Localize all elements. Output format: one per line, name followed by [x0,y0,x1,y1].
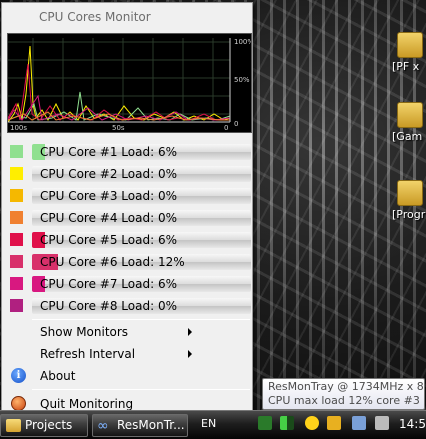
graph-x-left: 100s [10,124,27,132]
taskbar-button-resmontray[interactable]: ∞ ResMonTr... [92,414,188,437]
submenu-arrow-icon [188,350,192,358]
core-load-label: CPU Core #8 Load: 0% [40,299,177,313]
cpu-graph-svg: 100% 50% 0 100s 50s 0 [8,38,251,132]
desktop-icon-2[interactable]: [Gam [392,102,426,143]
desktop-icon-3[interactable]: [Progr [392,180,426,221]
network-icon[interactable] [352,416,366,430]
core-row-2[interactable]: CPU Core #2 Load: 0% [2,162,252,184]
core-row-5[interactable]: CPU Core #5 Load: 6% [2,228,252,250]
pizza-icon[interactable] [327,416,341,430]
folder-icon [6,419,21,432]
desktop-icon-1[interactable]: [PF x [392,32,426,73]
core-color-swatch [10,233,23,246]
core-color-swatch [10,167,23,180]
core-row-7[interactable]: CPU Core #7 Load: 6% [2,272,252,294]
core-row-4[interactable]: CPU Core #4 Load: 0% [2,206,252,228]
menu-title: CPU Cores Monitor [39,10,151,24]
core-color-swatch [10,211,23,224]
infinity-icon: ∞ [97,418,109,434]
core-row-6[interactable]: CPU Core #6 Load: 12% [2,250,252,272]
quit-icon [11,396,26,411]
folder-icon [397,32,423,58]
desktop-icon-label: [Gam [392,130,423,143]
core-row-3[interactable]: CPU Core #3 Load: 0% [2,184,252,206]
graph-x-right: 0 [224,124,228,132]
core-color-swatch [10,145,23,158]
taskbar-button-label: ResMonTr... [117,418,185,432]
language-indicator[interactable]: EN [201,417,216,430]
menu-item-about[interactable]: i About [2,365,252,387]
tray-app-icon[interactable] [258,416,272,430]
core-color-swatch [10,255,23,268]
desktop-icon-label: [Progr [392,208,426,221]
core-color-swatch [10,277,23,290]
taskbar-clock[interactable]: 14:59 [399,417,426,431]
folder-icon [397,180,423,206]
volume-icon[interactable] [375,416,389,430]
menu-item-show-monitors[interactable]: Show Monitors [2,321,252,343]
graph-label-bottom: 0 [234,120,238,128]
core-load-label: CPU Core #3 Load: 0% [40,189,177,203]
tooltip-line-1: ResMonTray @ 1734MHz x 8 [268,380,424,393]
cpu-meter-tray-icon[interactable] [280,416,294,430]
core-color-swatch [10,189,23,202]
core-load-label: CPU Core #6 Load: 12% [40,255,185,269]
core-load-label: CPU Core #5 Load: 6% [40,233,177,247]
core-load-label: CPU Core #7 Load: 6% [40,277,177,291]
taskbar-button-label: Projects [25,418,73,432]
menu-item-label: Refresh Interval [40,347,136,361]
graph-label-top: 100% [234,38,251,46]
folder-icon [397,102,423,128]
menu-separator [32,389,250,390]
graph-x-mid: 50s [112,124,125,132]
cpu-history-graph: 100% 50% 0 100s 50s 0 [7,33,252,133]
submenu-arrow-icon [188,328,192,336]
info-icon: i [11,368,26,383]
menu-item-label: About [40,369,76,383]
core-load-label: CPU Core #1 Load: 6% [40,145,177,159]
graph-label-mid: 50% [234,76,250,84]
desktop-icon-label: [PF x [392,60,420,73]
core-row-8[interactable]: CPU Core #8 Load: 0% [2,294,252,316]
menu-item-label: Show Monitors [40,325,129,339]
menu-separator [32,319,250,320]
menu-item-refresh-interval[interactable]: Refresh Interval [2,343,252,365]
core-load-label: CPU Core #4 Load: 0% [40,211,177,225]
core-color-swatch [10,299,23,312]
tray-context-menu: CPU Cores Monitor 100 50% 0 100s 50s 0 C… [1,2,253,416]
tooltip-line-2: CPU max load 12% core #3 [268,394,420,407]
tray-tooltip: ResMonTray @ 1734MHz x 8 CPU max load 12… [262,378,425,410]
core-row-1[interactable]: CPU Core #1 Load: 6% [2,140,252,162]
smiley-icon[interactable] [305,416,319,430]
taskbar-button-projects[interactable]: Projects [0,414,88,437]
core-load-label: CPU Core #2 Load: 0% [40,167,177,181]
